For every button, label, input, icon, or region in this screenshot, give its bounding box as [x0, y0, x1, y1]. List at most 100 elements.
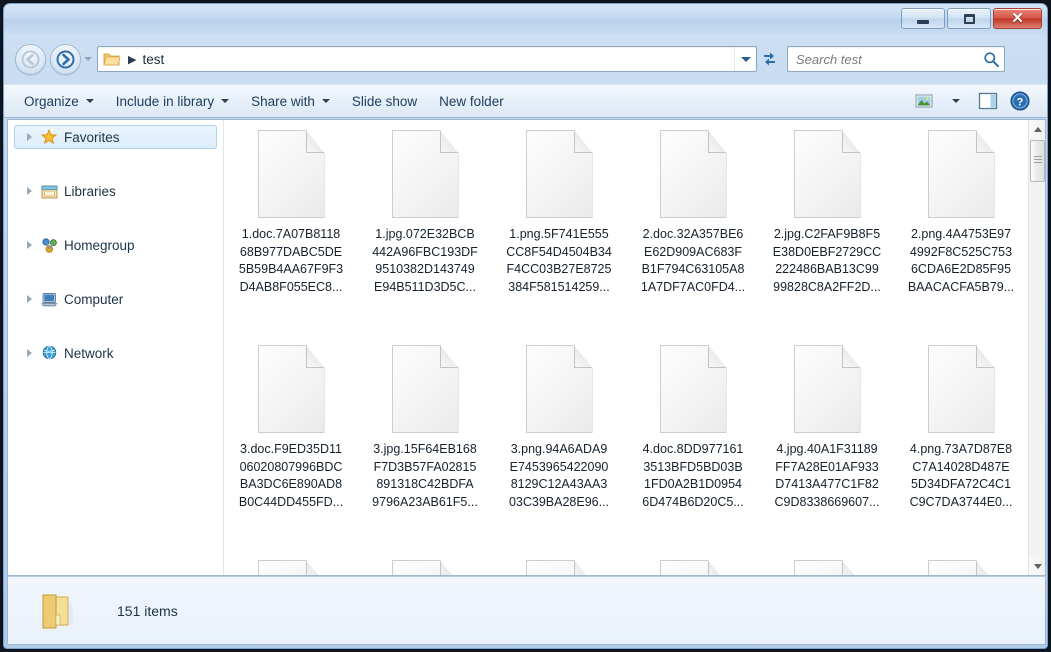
file-item[interactable] [760, 556, 894, 575]
file-item[interactable]: 3.doc.F9ED35D11 06020807996BDC BA3DC6E890A… [224, 341, 358, 556]
search-box[interactable] [787, 46, 1005, 72]
file-name-line: 3.jpg.15F64EB168 [373, 442, 477, 456]
explorer-window: ✕ ▶ test Search test Organize Include in… [3, 3, 1048, 649]
blank-document-icon [257, 560, 325, 575]
file-name-line: 2.png.4A4753E97 [910, 227, 1012, 241]
sidebar-item-homegroup[interactable]: Homegroup [14, 233, 217, 257]
blank-document-icon [793, 130, 861, 218]
file-name-label: 2.jpg.C2FAF9B8F5 E38D0EBF2729CC 222486BAB1… [761, 226, 893, 296]
file-name-line: BA3DC6E890AD8 [239, 477, 343, 492]
expand-chevron-icon[interactable] [23, 349, 36, 357]
minimize-icon [917, 20, 929, 24]
file-name-line: 4992F8C525C753 [909, 244, 1013, 259]
scroll-down-button[interactable] [1029, 557, 1045, 575]
file-name-line: 5B59B4AA67F9F3 [238, 262, 344, 277]
file-item[interactable] [492, 556, 626, 575]
file-name-line: C7A14028D487E [912, 459, 1010, 474]
back-arrow-icon [21, 50, 40, 68]
file-item[interactable] [626, 556, 760, 575]
blank-document-icon [391, 130, 459, 218]
address-dropdown-button[interactable] [734, 47, 756, 71]
sidebar-item-libraries[interactable]: Libraries [14, 179, 217, 203]
file-name-line: F4CC03B27E8725 [506, 262, 612, 277]
file-item[interactable]: 1.jpg.072E32BCB 442A96FBC193DF 9510382D143… [358, 126, 492, 341]
file-item[interactable]: 2.jpg.C2FAF9B8F5 E38D0EBF2729CC 222486BAB1… [760, 126, 894, 341]
minimize-button[interactable] [901, 8, 945, 29]
scroll-up-button[interactable] [1029, 120, 1045, 138]
file-name-line: 222486BAB13C99 [775, 262, 879, 277]
status-bar: 151 items [7, 577, 1046, 645]
svg-text:?: ? [1017, 97, 1024, 109]
file-name-line: B0C44DD455FD... [238, 494, 344, 509]
chevron-down-icon [221, 99, 230, 103]
title-bar[interactable]: ✕ [4, 4, 1047, 34]
file-item[interactable] [224, 556, 358, 575]
address-bar[interactable]: ▶ test [97, 46, 757, 72]
toolbar-item-include-in-library[interactable]: Include in library [105, 87, 240, 115]
maximize-button[interactable] [947, 8, 991, 29]
blank-document-icon [659, 560, 727, 575]
file-list-pane[interactable]: 1.doc.7A07B8118 68B977DABC5DE 5B59B4AA67F9… [224, 120, 1045, 575]
toolbar-right-group: ? [909, 88, 1047, 114]
search-icon[interactable] [983, 51, 1000, 68]
file-item[interactable]: 3.jpg.15F64EB168 F7D3B57FA02815 891318C42B… [358, 341, 492, 556]
refresh-button[interactable] [757, 47, 781, 71]
file-item[interactable]: 3.png.94A6ADA9 E7453965422090 8129C12A43AA… [492, 341, 626, 556]
expand-chevron-icon[interactable] [23, 295, 36, 303]
folder-icon [103, 51, 121, 67]
expand-chevron-icon[interactable] [23, 241, 36, 249]
address-bar-row: ▶ test [4, 34, 1047, 84]
toolbar-item-share-with[interactable]: Share with [240, 87, 341, 115]
back-button[interactable] [15, 43, 46, 75]
file-name-line: C9D8338669607... [774, 494, 880, 509]
file-item[interactable]: 4.png.73A7D87E8 C7A14028D487E 5D34DFA72C4C… [894, 341, 1028, 556]
change-view-icon [915, 94, 933, 108]
file-name-line: 1.doc.7A07B8118 [241, 227, 341, 241]
file-item[interactable]: 2.doc.32A357BE6 E62D909AC683F B1F794C63105… [626, 126, 760, 341]
breadcrumb-separator-icon: ▶ [128, 53, 137, 66]
file-name-line: 4.doc.8DD977161 [642, 442, 744, 456]
change-view-button[interactable] [909, 88, 939, 114]
file-item[interactable]: 2.png.4A4753E97 4992F8C525C753 6CDA6E2D85F… [894, 126, 1028, 341]
sidebar-item-computer[interactable]: Computer [14, 287, 217, 311]
search-input[interactable] [796, 51, 983, 67]
breadcrumb-current-folder[interactable]: test [142, 52, 164, 67]
command-toolbar: Organize Include in library Share with S… [4, 84, 1047, 118]
blank-document-icon [525, 345, 593, 433]
file-item[interactable] [894, 556, 1028, 575]
blank-document-icon [257, 130, 325, 218]
toolbar-item-slide-show[interactable]: Slide show [341, 87, 428, 115]
close-button[interactable]: ✕ [993, 8, 1042, 29]
recent-pages-button[interactable] [81, 44, 95, 75]
sidebar-item-network[interactable]: Network [14, 341, 217, 365]
scroll-down-arrow-icon [1033, 563, 1042, 569]
sidebar-item-favorites[interactable]: Favorites [14, 125, 217, 149]
chevron-down-icon [740, 56, 751, 62]
sidebar-item-label: Network [64, 345, 114, 361]
status-item-count: 151 items [117, 602, 178, 619]
toolbar-item-new-folder[interactable]: New folder [428, 87, 515, 115]
file-item[interactable]: 4.jpg.40A1F31189 FF7A28E01AF933 D7413A477C… [760, 341, 894, 556]
file-name-label: 3.doc.F9ED35D11 06020807996BDC BA3DC6E890A… [225, 441, 357, 511]
toolbar-item-organize[interactable]: Organize [13, 87, 105, 115]
change-view-dropdown-button[interactable] [941, 88, 971, 114]
expand-chevron-icon[interactable] [23, 187, 36, 195]
file-item[interactable] [358, 556, 492, 575]
file-item[interactable]: 1.png.5F741E555 CC8F54D4504B34 F4CC03B27E8… [492, 126, 626, 341]
file-name-label: 4.doc.8DD977161 3513BFD5BD03B 1FD0A2B1D095… [627, 441, 759, 511]
preview-pane-button[interactable] [973, 88, 1003, 114]
scrollbar-thumb[interactable] [1030, 140, 1045, 182]
close-icon: ✕ [1011, 10, 1024, 27]
file-item[interactable]: 1.doc.7A07B8118 68B977DABC5DE 5B59B4AA67F9… [224, 126, 358, 341]
expand-chevron-icon[interactable] [23, 133, 36, 141]
help-button[interactable]: ? [1005, 88, 1035, 114]
refresh-icon [764, 52, 775, 66]
file-item[interactable]: 4.doc.8DD977161 3513BFD5BD03B 1FD0A2B1D095… [626, 341, 760, 556]
file-name-line: 3.doc.F9ED35D11 [240, 442, 342, 456]
blank-document-icon [927, 560, 995, 575]
forward-button[interactable] [50, 43, 81, 75]
vertical-scrollbar[interactable] [1028, 120, 1045, 575]
